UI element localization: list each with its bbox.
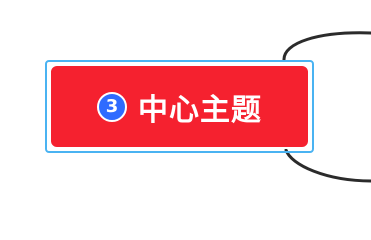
central-topic[interactable]: 3 中心主题: [49, 64, 310, 149]
mind-map-canvas[interactable]: 3 中心主题: [0, 0, 371, 224]
priority-3-icon[interactable]: 3: [97, 91, 127, 122]
central-topic-label: 中心主题: [138, 92, 262, 128]
